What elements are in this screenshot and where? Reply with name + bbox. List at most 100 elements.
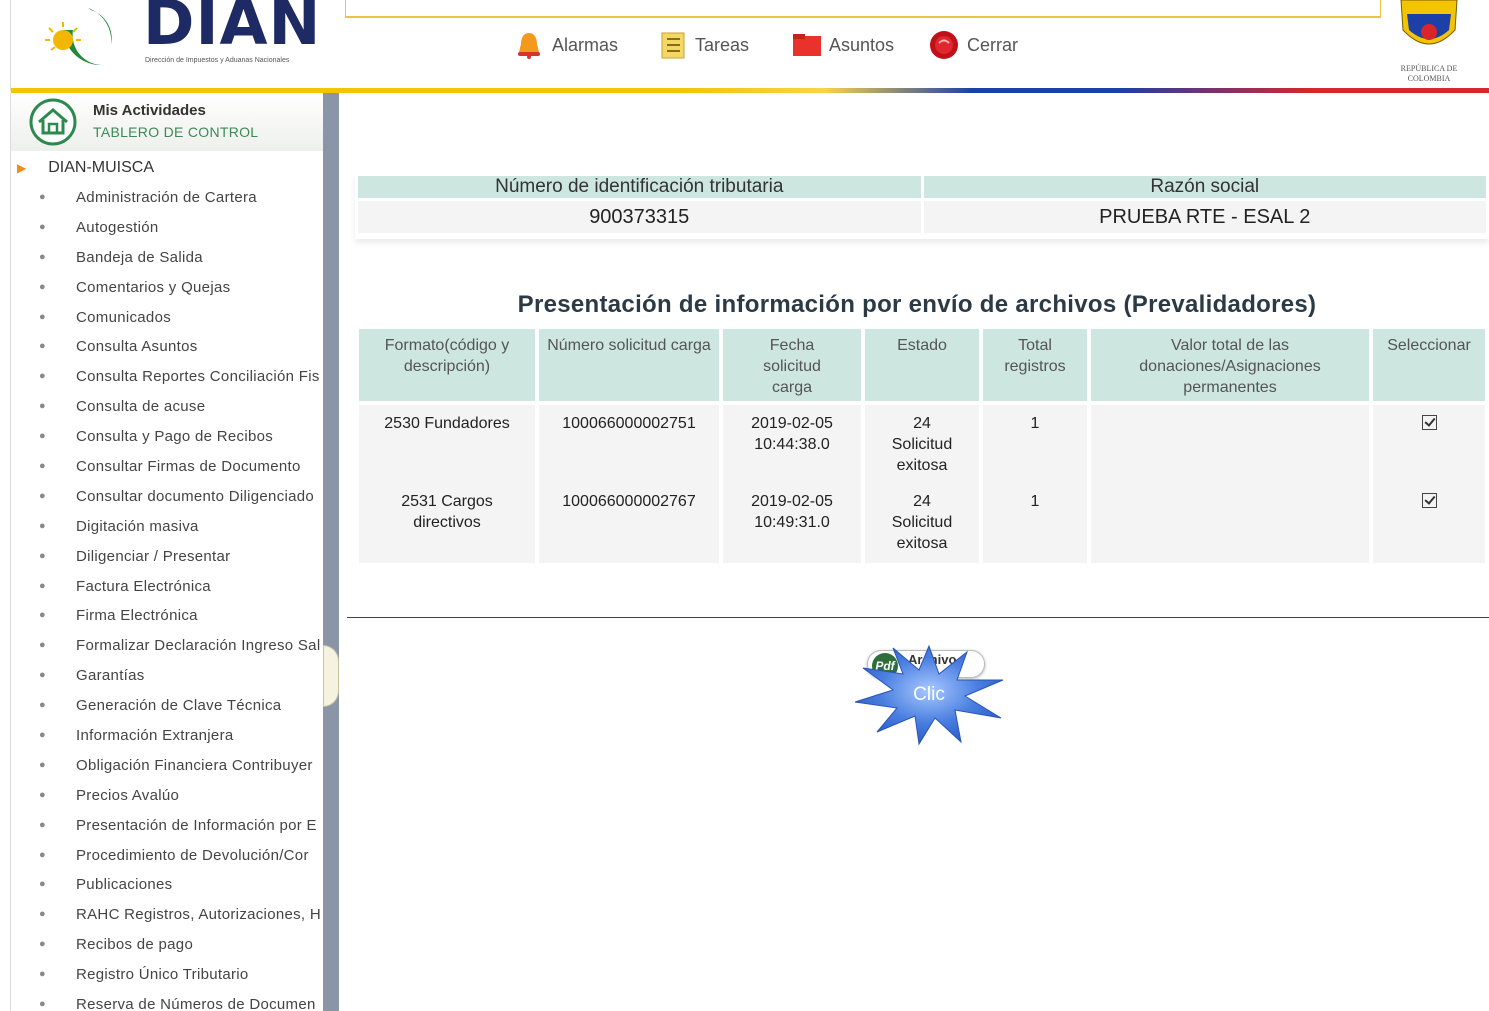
sidebar-menu-item[interactable]: ● Consulta Reportes Conciliación Fis xyxy=(11,362,325,392)
sidebar-menu-item[interactable]: ● Información Extranjera xyxy=(11,721,325,751)
sidebar-menu-item[interactable]: ● Formalizar Declaración Ingreso Sal xyxy=(11,631,325,661)
sidebar-menu-item[interactable]: ● Comunicados xyxy=(11,303,325,333)
sidebar-menu-item[interactable]: ● Consulta y Pago de Recibos xyxy=(11,422,325,452)
main-content: Número de identificación tributaria Razó… xyxy=(345,93,1489,1011)
cell-valor xyxy=(1091,405,1369,483)
sidebar-menu-label: Recibos de pago xyxy=(76,936,194,954)
bullet-icon: ● xyxy=(39,310,46,323)
sidebar-menu-item[interactable]: ● Administración de Cartera xyxy=(11,183,325,213)
cell-valor xyxy=(1091,483,1369,563)
bullet-icon: ● xyxy=(39,430,46,443)
content-divider xyxy=(347,617,1489,618)
cell-formato: 2531 Cargos directivos xyxy=(359,483,535,563)
sidebar-header[interactable]: Mis Actividades TABLERO DE CONTROL xyxy=(11,93,325,151)
sidebar-title: Mis Actividades xyxy=(93,102,206,119)
sidebar-menu-item[interactable]: ● Obligación Financiera Contribuyer xyxy=(11,751,325,781)
table-row: 2531 Cargos directivos 100066000002767 2… xyxy=(359,483,1485,563)
escudo-label: REPÚBLICA DE COLOMBIA xyxy=(1400,64,1458,83)
table-row: 2530 Fundadores 100066000002751 2019-02-… xyxy=(359,405,1485,483)
coat-of-arms-icon xyxy=(1400,0,1458,45)
bullet-icon: ● xyxy=(39,579,46,592)
sidebar-menu-label: Consulta Reportes Conciliación Fis xyxy=(76,368,320,386)
bullet-icon: ● xyxy=(39,400,46,413)
alarm-bell-icon xyxy=(518,33,540,59)
sidebar-menu-item[interactable]: ● Diligenciar / Presentar xyxy=(11,542,325,572)
sidebar-menu-item[interactable]: ● Procedimiento de Devolución/Cor xyxy=(11,841,325,871)
sidebar-menu-label: Generación de Clave Técnica xyxy=(76,697,282,715)
bullet-icon: ● xyxy=(39,639,46,652)
files-table-header: Formato(código y descripción) Número sol… xyxy=(359,329,1485,405)
bullet-icon: ● xyxy=(39,370,46,383)
sidebar-menu-item[interactable]: ● Generación de Clave Técnica xyxy=(11,691,325,721)
sidebar-menu-item[interactable]: ● Firma Electrónica xyxy=(11,601,325,631)
section-title: Presentación de información por envío de… xyxy=(517,291,1317,318)
close-circle-icon xyxy=(930,31,958,59)
sidebar-menu-item[interactable]: ● Factura Electrónica xyxy=(11,572,325,602)
sidebar-menu-label: Autogestión xyxy=(76,218,159,236)
sidebar-menu-label: Administración de Cartera xyxy=(76,189,257,206)
sidebar-menu-item[interactable]: ● Consultar documento Diligenciado xyxy=(11,482,325,512)
sidebar-menu-label: Información Extranjera xyxy=(76,727,234,745)
colombia-coat-of-arms: REPÚBLICA DE COLOMBIA xyxy=(1389,0,1469,86)
sidebar-menu-item[interactable]: ● Precios Avalúo xyxy=(11,781,325,811)
tasks-list-icon xyxy=(661,32,685,59)
alarmas-button[interactable]: Alarmas xyxy=(514,30,618,60)
sidebar-menu-item[interactable]: ● Recibos de pago xyxy=(11,930,325,960)
sidebar-menu-label: Consulta Asuntos xyxy=(76,338,198,356)
sidebar-menu-item[interactable]: ● Registro Único Tributario xyxy=(11,960,325,990)
nit-header: Número de identificación tributaria xyxy=(358,176,921,198)
sidebar-menu-item[interactable]: ● Comentarios y Quejas xyxy=(11,273,325,303)
bullet-icon: ● xyxy=(39,699,46,712)
tareas-button[interactable]: Tareas xyxy=(657,30,749,60)
cell-fecha: 2019-02-05 10:49:31.0 xyxy=(723,483,861,563)
sidebar-menu-item[interactable]: ● Digitación masiva xyxy=(11,512,325,542)
bullet-icon: ● xyxy=(39,460,46,473)
sidebar-menu-label: Factura Electrónica xyxy=(76,577,211,595)
bullet-icon: ● xyxy=(39,908,46,921)
col-fecha: Fecha solicitud carga xyxy=(723,329,861,405)
sidebar-menu-item[interactable]: ● Publicaciones xyxy=(11,870,325,900)
sidebar-collapse-handle[interactable] xyxy=(323,645,339,707)
sidebar-subtitle: TABLERO DE CONTROL xyxy=(93,124,259,140)
razon-social-value: PRUEBA RTE - ESAL 2 xyxy=(923,201,1486,233)
cell-estado: 24 Solicitud exitosa xyxy=(865,405,979,483)
select-checkbox[interactable] xyxy=(1421,493,1437,508)
sidebar-menu-item[interactable]: ● Bandeja de Salida xyxy=(11,243,325,273)
sidebar-menu-item[interactable]: ● Garantías xyxy=(11,661,325,691)
sidebar-menu-item[interactable]: ● Autogestión xyxy=(11,213,325,243)
home-icon xyxy=(29,98,77,146)
cell-seleccionar xyxy=(1373,405,1485,483)
cell-total: 1 xyxy=(983,483,1087,563)
bullet-icon: ● xyxy=(39,938,46,951)
cerrar-button[interactable]: Cerrar xyxy=(929,30,1018,60)
col-valor: Valor total de las donaciones/Asignacion… xyxy=(1091,329,1369,405)
col-seleccionar: Seleccionar xyxy=(1373,329,1485,405)
sidebar-menu-label: Consulta de acuse xyxy=(76,398,206,416)
sidebar-menu-item[interactable]: ● Presentación de Información por E xyxy=(11,811,325,841)
sidebar-menu-item[interactable]: ● Consultar Firmas de Documento xyxy=(11,452,325,482)
folder-icon xyxy=(793,34,821,56)
sidebar-root-label: DIAN-MUISCA xyxy=(48,159,155,176)
sidebar-menu-label: Diligenciar / Presentar xyxy=(76,547,231,565)
sidebar-menu-label: Reserva de Números de Documen xyxy=(76,996,316,1011)
sidebar-scrollbar[interactable] xyxy=(323,93,339,1011)
dian-logo[interactable]: DIAN Dirección de Impuestos y Aduanas Na… xyxy=(33,0,320,70)
sidebar-menu-label: RAHC Registros, Autorizaciones, H xyxy=(76,906,321,924)
bullet-icon: ● xyxy=(39,968,46,981)
cell-fecha: 2019-02-05 10:44:38.0 xyxy=(723,405,861,483)
header-top-bar xyxy=(345,0,1381,18)
sidebar-menu-label: Registro Único Tributario xyxy=(76,966,249,984)
sidebar-menu-item[interactable]: ● Consulta Asuntos xyxy=(11,332,325,362)
sidebar-menu-item[interactable]: ● Consulta de acuse xyxy=(11,392,325,422)
click-callout: Clic xyxy=(853,638,1005,748)
sidebar-root-item[interactable]: ▶ DIAN-MUISCA xyxy=(17,159,154,177)
sidebar-menu-item[interactable]: ● RAHC Registros, Autorizaciones, H xyxy=(11,900,325,930)
sidebar-menu-item[interactable]: ● Reserva de Números de Documen xyxy=(11,990,325,1011)
bullet-icon: ● xyxy=(39,998,46,1011)
tareas-label: Tareas xyxy=(695,34,750,55)
sidebar-menu-label: Comentarios y Quejas xyxy=(76,278,231,296)
bullet-icon: ● xyxy=(39,340,46,353)
sidebar-menu-label: Precios Avalúo xyxy=(76,786,180,804)
asuntos-button[interactable]: Asuntos xyxy=(791,30,894,60)
select-checkbox[interactable] xyxy=(1421,415,1437,430)
